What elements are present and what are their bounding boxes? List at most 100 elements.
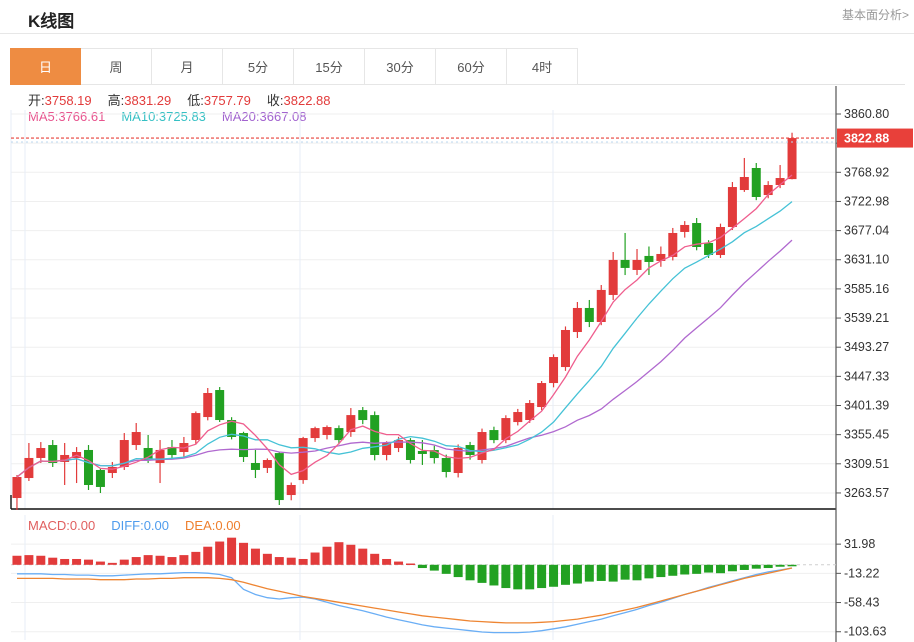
macd-bar: [358, 549, 367, 565]
macd-tick-label: -13.22: [844, 566, 879, 580]
price-tick-label: 3539.21: [844, 311, 889, 325]
macd-bar: [72, 559, 81, 565]
macd-bar: [442, 565, 451, 574]
candle-body: [84, 450, 93, 485]
macd-bar: [692, 565, 701, 574]
macd-bar: [597, 565, 606, 581]
kline-chart: 3860.803768.923722.983677.043631.103585.…: [0, 0, 914, 642]
macd-bar: [287, 558, 296, 565]
macd-bar: [680, 565, 689, 575]
macd-bar: [120, 560, 129, 565]
macd-bar: [752, 565, 761, 569]
candle-body: [311, 428, 320, 438]
price-tick-label: 3355.45: [844, 428, 889, 442]
current-price-badge-label: 3822.88: [844, 132, 889, 146]
candle-body: [334, 428, 343, 440]
candle-body: [489, 430, 498, 440]
candle-body: [358, 410, 367, 420]
macd-bar: [48, 558, 57, 565]
macd-bar: [251, 549, 260, 565]
macd-bar: [96, 562, 105, 565]
candle-body: [752, 168, 761, 197]
macd-bar: [167, 557, 176, 565]
macd-bar: [668, 565, 677, 576]
macd-bar: [513, 565, 522, 590]
candle-body: [454, 448, 463, 473]
candle-body: [96, 470, 105, 487]
macd-bar: [275, 557, 284, 565]
macd-tick-label: -58.43: [844, 596, 879, 610]
macd-bar: [728, 565, 737, 571]
candle-body: [740, 177, 749, 190]
macd-bar: [561, 565, 570, 585]
macd-bar: [299, 559, 308, 565]
price-tick-label: 3447.33: [844, 369, 889, 383]
price-tick-label: 3860.80: [844, 107, 889, 121]
price-tick-label: 3263.57: [844, 486, 889, 500]
diff-line: [17, 568, 792, 633]
candle-body: [132, 432, 141, 445]
macd-bar: [609, 565, 618, 582]
macd-bar: [764, 565, 773, 568]
macd-bar: [322, 547, 331, 565]
macd-bar: [501, 565, 510, 588]
candle-body: [263, 460, 272, 468]
candle-body: [370, 415, 379, 455]
candle-body: [36, 448, 45, 458]
macd-bar: [740, 565, 749, 570]
macd-bar: [84, 560, 93, 565]
candle-body: [525, 403, 534, 420]
candle-body: [191, 413, 200, 440]
candle-body: [633, 260, 642, 270]
candle-body: [644, 256, 653, 262]
macd-bar: [239, 543, 248, 565]
macd-bar: [346, 545, 355, 565]
macd-bar: [311, 553, 320, 565]
macd-bar: [716, 565, 725, 573]
candle-body: [788, 138, 797, 179]
macd-bar: [334, 542, 343, 565]
candle-body: [513, 412, 522, 422]
macd-bar: [382, 559, 391, 565]
macd-bar: [704, 565, 713, 573]
macd-bar: [156, 556, 165, 565]
candle-body: [322, 427, 331, 435]
macd-bar: [633, 565, 642, 581]
macd-bar: [454, 565, 463, 577]
macd-bar: [573, 565, 582, 584]
candle-body: [203, 393, 212, 417]
candle-body: [680, 225, 689, 232]
candle-body: [585, 308, 594, 322]
macd-bar: [489, 565, 498, 586]
macd-bar: [108, 563, 117, 565]
price-tick-label: 3631.10: [844, 253, 889, 267]
macd-bar: [215, 542, 224, 565]
candle-body: [478, 432, 487, 460]
candle-body: [299, 438, 308, 480]
macd-bar: [227, 538, 236, 565]
candle-body: [12, 477, 21, 498]
macd-bar: [179, 555, 188, 565]
candle-body: [442, 458, 451, 472]
candle-body: [418, 451, 427, 454]
macd-tick-label: -103.63: [844, 625, 886, 639]
macd-bar: [788, 565, 797, 567]
candle-body: [537, 383, 546, 407]
price-tick-label: 3768.92: [844, 165, 889, 179]
ma5-line: [17, 175, 792, 477]
price-tick-label: 3722.98: [844, 194, 889, 208]
macd-bar: [776, 565, 785, 567]
macd-bar: [621, 565, 630, 580]
macd-bar: [585, 565, 594, 582]
macd-bar: [549, 565, 558, 587]
macd-bar: [36, 556, 45, 565]
macd-bar: [394, 562, 403, 565]
candle-body: [764, 185, 773, 195]
price-tick-label: 3677.04: [844, 224, 889, 238]
macd-bar: [656, 565, 665, 577]
macd-bar: [12, 556, 21, 565]
macd-bar: [263, 554, 272, 565]
kline-page: K线图 基本面分析> 日周月5分15分30分60分4时 开:3758.19高:3…: [0, 0, 914, 642]
candle-body: [609, 260, 618, 295]
macd-bar: [60, 559, 69, 565]
